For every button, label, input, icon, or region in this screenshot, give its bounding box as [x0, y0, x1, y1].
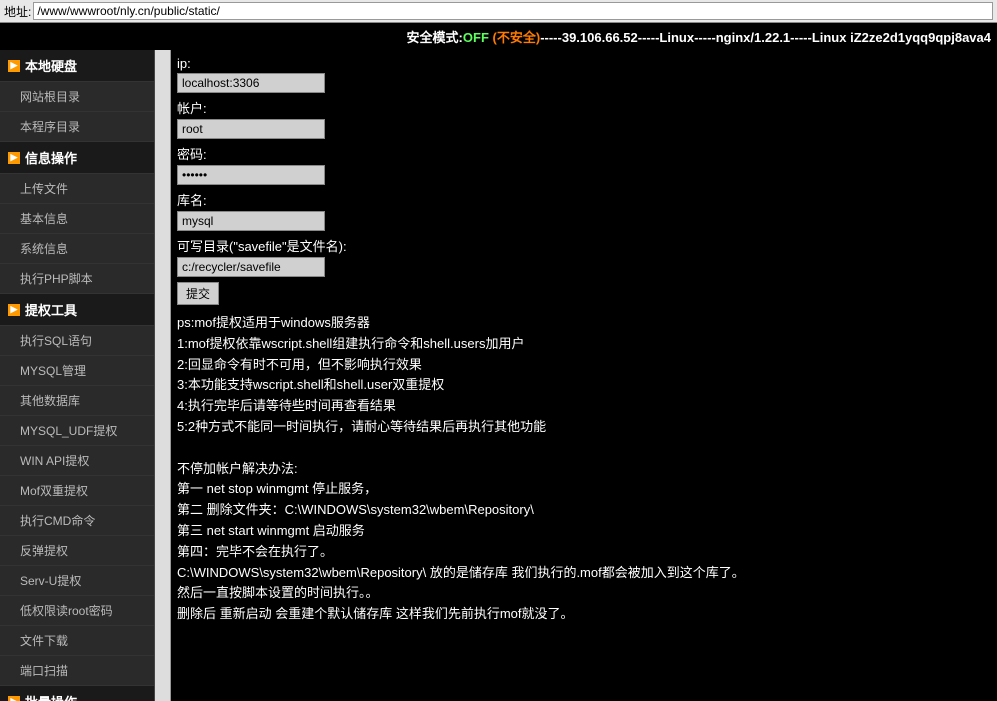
- nav-php-exec[interactable]: 执行PHP脚本: [0, 264, 154, 294]
- nav-rebound[interactable]: 反弹提权: [0, 536, 154, 566]
- nav-mof[interactable]: Mof双重提权: [0, 476, 154, 506]
- content-panel: ip: 帐户: 密码: 库名: 可写目录("savefile"是文件名): 提交…: [171, 50, 997, 701]
- info-text: ps:mof提权适用于windows服务器 1:mof提权依靠wscript.s…: [177, 313, 991, 625]
- arrow-icon: ▶: [8, 60, 20, 72]
- address-input[interactable]: [33, 2, 993, 20]
- nav-root-pass[interactable]: 低权限读root密码: [0, 596, 154, 626]
- section-title: 批量操作: [25, 692, 77, 701]
- address-bar: 地址:: [0, 0, 997, 23]
- user-label: 帐户:: [177, 96, 991, 119]
- section-local-disk[interactable]: ▶ 本地硬盘: [0, 50, 154, 82]
- status-sep2: -----: [638, 30, 660, 45]
- arrow-icon: ▶: [8, 304, 20, 316]
- section-title: 提权工具: [25, 300, 77, 319]
- section-title: 本地硬盘: [25, 56, 77, 75]
- dir-label: 可写目录("savefile"是文件名):: [177, 234, 991, 257]
- address-label: 地址:: [4, 3, 31, 20]
- nav-basic-info[interactable]: 基本信息: [0, 204, 154, 234]
- status-host: Linux iZ2ze2d1yqq9qpj8ava4: [812, 30, 991, 45]
- nav-upload[interactable]: 上传文件: [0, 174, 154, 204]
- scrollbar-strip[interactable]: [155, 50, 171, 701]
- arrow-icon: ▶: [8, 152, 20, 164]
- status-sep1: -----: [540, 30, 562, 45]
- section-title: 信息操作: [25, 148, 77, 167]
- nav-cmd-exec[interactable]: 执行CMD命令: [0, 506, 154, 536]
- status-unsafe: (不安全): [493, 30, 541, 45]
- status-bar: 安全模式:OFF (不安全)-----39.106.66.52-----Linu…: [0, 23, 997, 50]
- nav-mysql-udf[interactable]: MYSQL_UDF提权: [0, 416, 154, 446]
- db-label: 库名:: [177, 188, 991, 211]
- nav-other-db[interactable]: 其他数据库: [0, 386, 154, 416]
- status-ip: 39.106.66.52: [562, 30, 638, 45]
- section-privesc[interactable]: ▶ 提权工具: [0, 294, 154, 326]
- nav-servu[interactable]: Serv-U提权: [0, 566, 154, 596]
- status-sep4: -----: [790, 30, 812, 45]
- nav-web-root[interactable]: 网站根目录: [0, 82, 154, 112]
- section-batch[interactable]: ▶ 批量操作: [0, 686, 154, 701]
- db-input[interactable]: [177, 211, 325, 231]
- status-mode-label: 安全模式:: [407, 30, 463, 45]
- arrow-icon: ▶: [8, 696, 20, 701]
- pass-input[interactable]: [177, 165, 325, 185]
- nav-program-dir[interactable]: 本程序目录: [0, 112, 154, 142]
- nav-sys-info[interactable]: 系统信息: [0, 234, 154, 264]
- submit-button[interactable]: 提交: [177, 282, 219, 305]
- ip-label: ip:: [177, 54, 991, 73]
- nav-win-api[interactable]: WIN API提权: [0, 446, 154, 476]
- pass-label: 密码:: [177, 142, 991, 165]
- status-sep3: -----: [694, 30, 716, 45]
- user-input[interactable]: [177, 119, 325, 139]
- dir-input[interactable]: [177, 257, 325, 277]
- nav-download[interactable]: 文件下载: [0, 626, 154, 656]
- sidebar: ▶ 本地硬盘 网站根目录 本程序目录 ▶ 信息操作 上传文件 基本信息 系统信息…: [0, 50, 155, 701]
- status-os: Linux: [659, 30, 694, 45]
- nav-mysql-mgmt[interactable]: MYSQL管理: [0, 356, 154, 386]
- nav-port-scan[interactable]: 端口扫描: [0, 656, 154, 686]
- ip-input[interactable]: [177, 73, 325, 93]
- status-server: nginx/1.22.1: [716, 30, 790, 45]
- section-info-ops[interactable]: ▶ 信息操作: [0, 142, 154, 174]
- nav-sql-exec[interactable]: 执行SQL语句: [0, 326, 154, 356]
- status-mode-value: OFF: [463, 30, 489, 45]
